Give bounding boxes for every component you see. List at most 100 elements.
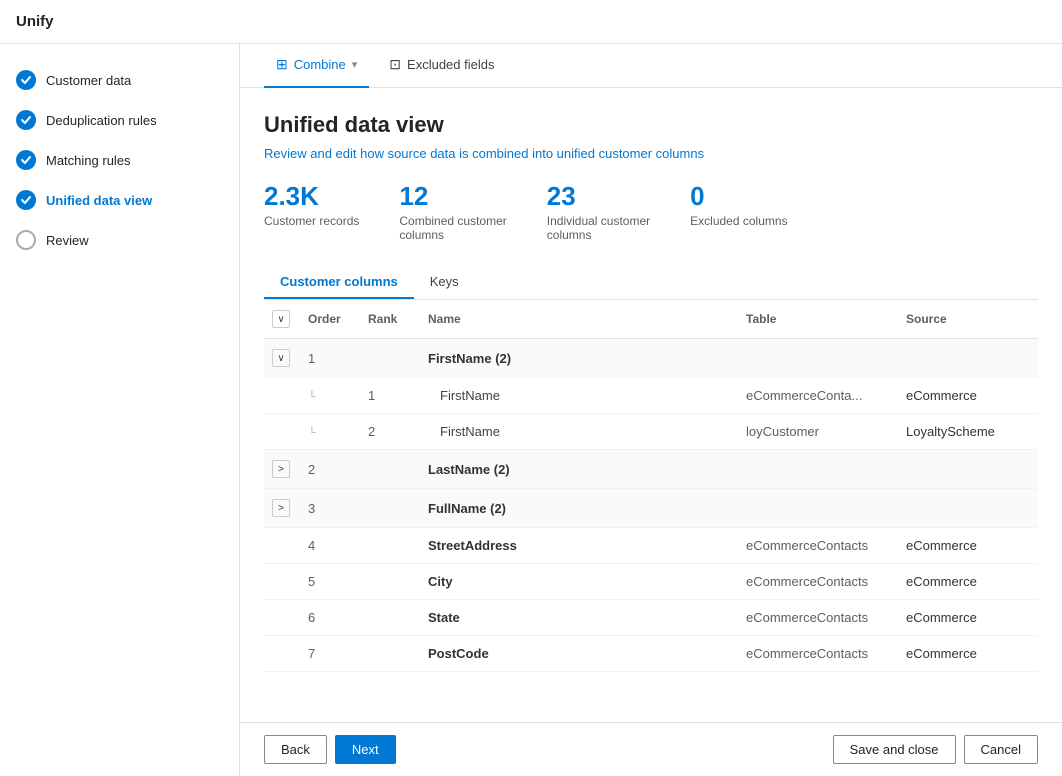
tab-keys[interactable]: Keys: [414, 266, 475, 299]
data-table: ∨ Order Rank Name Table Source: [264, 300, 1038, 672]
row-source: eCommerce: [898, 378, 1038, 414]
stat-combined-columns: 12 Combined customer columns: [399, 181, 506, 242]
row-order: 6: [300, 600, 360, 636]
footer-right: Save and close Cancel: [833, 735, 1038, 764]
sidebar-item-matching-rules[interactable]: Matching rules: [0, 140, 239, 180]
row-source: LoyaltyScheme: [898, 414, 1038, 450]
content-area: ⊞ Combine ▾ ⊡ Excluded fields Unified da…: [240, 44, 1062, 776]
inner-tabs: Customer columns Keys: [264, 266, 1038, 300]
tab-combine-label: Combine: [294, 57, 346, 72]
row-name: PostCode: [420, 636, 738, 672]
table-row: 5 City eCommerceContacts eCommerce: [264, 564, 1038, 600]
sidebar-item-label: Unified data view: [46, 193, 152, 208]
row-source: eCommerce: [898, 636, 1038, 672]
check-icon: [16, 110, 36, 130]
row-table: eCommerceContacts: [738, 528, 898, 564]
page-title: Unified data view: [264, 112, 1038, 138]
expand-all-button[interactable]: ∨: [272, 310, 290, 328]
row-table: [738, 339, 898, 378]
row-order: 2: [300, 450, 360, 489]
stat-individual-columns: 23 Individual customer columns: [547, 181, 650, 242]
back-button[interactable]: Back: [264, 735, 327, 764]
row-order: 7: [300, 636, 360, 672]
chevron-down-icon: ▾: [352, 58, 358, 71]
row-name: LastName (2): [420, 450, 738, 489]
sidebar-item-review[interactable]: Review: [0, 220, 239, 260]
collapse-row-button[interactable]: ∨: [272, 349, 290, 367]
tab-excluded-fields[interactable]: ⊡ Excluded fields: [377, 44, 506, 88]
th-name: Name: [420, 300, 738, 339]
pending-circle-icon: [16, 230, 36, 250]
th-table: Table: [738, 300, 898, 339]
tab-excluded-fields-label: Excluded fields: [407, 57, 494, 72]
expand-row-button[interactable]: >: [272, 499, 290, 517]
row-table: eCommerceContа...: [738, 378, 898, 414]
expand-row-button[interactable]: >: [272, 460, 290, 478]
table-row: 6 State eCommerceContacts eCommerce: [264, 600, 1038, 636]
row-name: FirstName: [420, 378, 738, 414]
sidebar: Customer data Deduplication rules Matchi…: [0, 44, 240, 776]
stat-excluded-columns: 0 Excluded columns: [690, 181, 787, 242]
tab-customer-columns[interactable]: Customer columns: [264, 266, 414, 299]
tab-bar: ⊞ Combine ▾ ⊡ Excluded fields: [240, 44, 1062, 88]
page-subtitle: Review and edit how source data is combi…: [264, 146, 1038, 161]
combine-icon: ⊞: [276, 56, 288, 73]
sidebar-item-unified-data-view[interactable]: Unified data view: [0, 180, 239, 220]
sidebar-item-label: Deduplication rules: [46, 113, 157, 128]
excluded-fields-icon: ⊡: [389, 56, 401, 73]
row-name: FullName (2): [420, 489, 738, 528]
row-rank: [360, 339, 420, 378]
table-row: ∨ 1 FirstName (2): [264, 339, 1038, 378]
row-table: loyCustomer: [738, 414, 898, 450]
row-table: eCommerceContacts: [738, 636, 898, 672]
row-source: eCommerce: [898, 564, 1038, 600]
row-name: City: [420, 564, 738, 600]
stat-label: Excluded columns: [690, 214, 787, 228]
stat-customer-records: 2.3K Customer records: [264, 181, 359, 242]
th-rank: Rank: [360, 300, 420, 339]
row-table: eCommerceContacts: [738, 564, 898, 600]
cancel-button[interactable]: Cancel: [964, 735, 1038, 764]
check-icon: [16, 150, 36, 170]
next-button[interactable]: Next: [335, 735, 396, 764]
stat-label: Combined customer columns: [399, 214, 506, 242]
save-close-button[interactable]: Save and close: [833, 735, 956, 764]
row-source: eCommerce: [898, 600, 1038, 636]
row-name: FirstName (2): [420, 339, 738, 378]
sidebar-item-label: Customer data: [46, 73, 131, 88]
row-name: State: [420, 600, 738, 636]
stat-number: 12: [399, 181, 428, 212]
sidebar-item-deduplication-rules[interactable]: Deduplication rules: [0, 100, 239, 140]
sidebar-item-customer-data[interactable]: Customer data: [0, 60, 239, 100]
content-scroll: Unified data view Review and edit how so…: [240, 88, 1062, 722]
app-title: Unify: [16, 13, 54, 30]
row-name: FirstName: [420, 414, 738, 450]
th-expand: ∨: [264, 300, 300, 339]
stats-row: 2.3K Customer records 12 Combined custom…: [264, 181, 1038, 242]
check-icon: [16, 190, 36, 210]
stat-number: 0: [690, 181, 704, 212]
th-source: Source: [898, 300, 1038, 339]
row-order: 3: [300, 489, 360, 528]
table-row: └ 2 FirstName loyCustomer LoyaltyScheme: [264, 414, 1038, 450]
stat-label: Individual customer columns: [547, 214, 650, 242]
row-table: eCommerceContacts: [738, 600, 898, 636]
footer-left: Back Next: [264, 735, 396, 764]
check-icon: [16, 70, 36, 90]
row-source: [898, 339, 1038, 378]
row-rank: 1: [360, 378, 420, 414]
stat-number: 23: [547, 181, 576, 212]
sidebar-item-label: Review: [46, 233, 89, 248]
table-row: └ 1 FirstName eCommerceContа... eCommerc…: [264, 378, 1038, 414]
table-row: 4 StreetAddress eCommerceContacts eComme…: [264, 528, 1038, 564]
row-name: StreetAddress: [420, 528, 738, 564]
row-rank: 2: [360, 414, 420, 450]
footer: Back Next Save and close Cancel: [240, 722, 1062, 776]
stat-label: Customer records: [264, 214, 359, 228]
sidebar-item-label: Matching rules: [46, 153, 131, 168]
stat-number: 2.3K: [264, 181, 319, 212]
tab-combine[interactable]: ⊞ Combine ▾: [264, 44, 369, 88]
table-row: > 2 LastName (2): [264, 450, 1038, 489]
row-order: 4: [300, 528, 360, 564]
table-row: 7 PostCode eCommerceContacts eCommerce: [264, 636, 1038, 672]
